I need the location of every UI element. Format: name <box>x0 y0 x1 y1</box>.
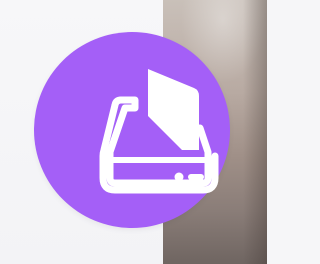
scanner-icon <box>99 69 219 194</box>
app-icon-button[interactable] <box>34 32 230 228</box>
